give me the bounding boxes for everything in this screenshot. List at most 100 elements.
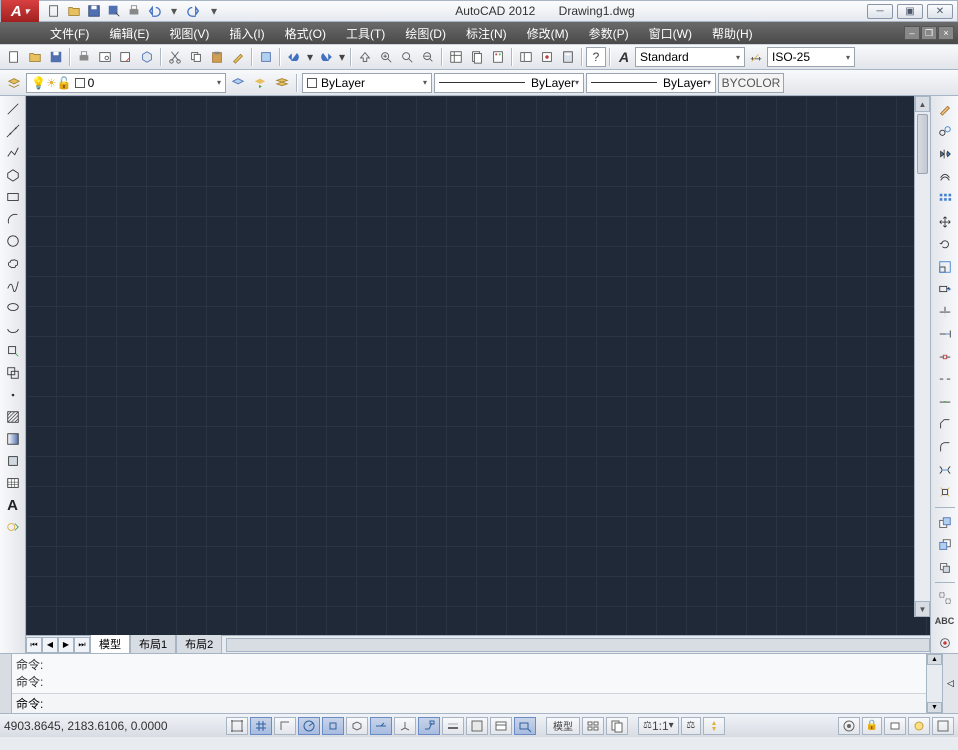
arc-icon[interactable] <box>3 209 23 229</box>
qat-redo-icon[interactable] <box>185 3 203 19</box>
tab-model[interactable]: 模型 <box>90 635 130 654</box>
stretch-icon[interactable] <box>935 279 955 299</box>
cmd-scroll-up-icon[interactable]: ▲ <box>927 654 942 665</box>
tab-prev-icon[interactable]: ◀ <box>42 637 58 653</box>
doc-minimize[interactable]: – <box>904 26 920 40</box>
textstyle-icon[interactable]: A <box>614 47 634 67</box>
join-icon[interactable] <box>935 392 955 412</box>
designcenter-icon[interactable] <box>516 47 536 67</box>
otrack-toggle-icon[interactable] <box>370 717 392 735</box>
menu-dimension[interactable]: 标注(N) <box>456 22 517 45</box>
offset-icon[interactable] <box>935 167 955 187</box>
qat-undo-icon[interactable] <box>145 3 163 19</box>
qat-new-icon[interactable] <box>45 3 63 19</box>
3ddwf-icon[interactable] <box>137 47 157 67</box>
doc-close[interactable]: × <box>938 26 954 40</box>
menu-draw[interactable]: 绘图(D) <box>395 22 456 45</box>
break-icon[interactable] <box>935 370 955 390</box>
osnap-toggle-icon[interactable] <box>322 717 344 735</box>
undo-dropdown[interactable]: ▾ <box>305 47 315 67</box>
action-recorder-icon[interactable] <box>935 634 955 654</box>
fillet-icon[interactable] <box>935 437 955 457</box>
linetype-dropdown[interactable]: ByLayer ▾ <box>434 73 584 93</box>
menu-help[interactable]: 帮助(H) <box>702 22 763 45</box>
blockeditor-icon[interactable] <box>256 47 276 67</box>
sheetset-icon[interactable] <box>467 47 487 67</box>
publish-icon[interactable] <box>116 47 136 67</box>
annoauto-icon[interactable] <box>703 717 725 735</box>
zoom-realtime-icon[interactable] <box>376 47 396 67</box>
qat-save-icon[interactable] <box>85 3 103 19</box>
quickcalc-icon[interactable] <box>558 47 578 67</box>
menu-parametric[interactable]: 参数(P) <box>579 22 639 45</box>
gradient-icon[interactable] <box>3 429 23 449</box>
dimstyle-dropdown[interactable]: ISO-25 ▾ <box>767 47 855 67</box>
tpy-toggle-icon[interactable] <box>466 717 488 735</box>
toolpalette-icon[interactable] <box>488 47 508 67</box>
table-icon[interactable] <box>3 473 23 493</box>
textstyle-dropdown[interactable]: Standard ▾ <box>635 47 745 67</box>
layer-prev-icon[interactable] <box>250 73 270 93</box>
layer-iso-icon[interactable] <box>228 73 248 93</box>
extend-icon[interactable] <box>935 324 955 344</box>
new-icon[interactable] <box>4 47 24 67</box>
cmd-scroll-down-icon[interactable]: ▼ <box>927 702 942 713</box>
model-viewport[interactable]: ▲ ▼ <box>26 96 930 635</box>
grid-toggle-icon[interactable] <box>250 717 272 735</box>
array-icon[interactable] <box>935 189 955 209</box>
tab-last-icon[interactable]: ⏭ <box>74 637 90 653</box>
qat-saveas-icon[interactable] <box>105 3 123 19</box>
blend-icon[interactable] <box>935 460 955 480</box>
help-icon[interactable]: ? <box>586 47 606 67</box>
make-block-icon[interactable] <box>3 363 23 383</box>
preview-icon[interactable] <box>95 47 115 67</box>
selectsimilar-icon[interactable] <box>935 588 955 608</box>
trim-icon[interactable] <box>935 302 955 322</box>
chamfer-icon[interactable] <box>935 415 955 435</box>
markup-icon[interactable] <box>537 47 557 67</box>
polyline-icon[interactable] <box>3 143 23 163</box>
mtext-icon[interactable]: A <box>3 495 23 515</box>
dyn-toggle-icon[interactable] <box>418 717 440 735</box>
copy-object-icon[interactable] <box>935 122 955 142</box>
addselected-icon[interactable] <box>3 517 23 537</box>
spline-icon[interactable] <box>3 275 23 295</box>
cut-icon[interactable] <box>165 47 185 67</box>
layer-state-icon[interactable] <box>272 73 292 93</box>
break-at-point-icon[interactable] <box>935 347 955 367</box>
pan-icon[interactable] <box>355 47 375 67</box>
hardware-accel-icon[interactable] <box>884 717 906 735</box>
dimstyle-icon[interactable] <box>746 47 766 67</box>
workspace-icon[interactable] <box>838 717 860 735</box>
rectangle-icon[interactable] <box>3 187 23 207</box>
menu-insert[interactable]: 插入(I) <box>219 22 274 45</box>
cleanscreen-icon[interactable] <box>932 717 954 735</box>
explode-icon[interactable] <box>935 482 955 502</box>
layer-manager-icon[interactable] <box>4 73 24 93</box>
annoscale-icon[interactable]: ⚖ 1:1 ▾ <box>638 717 679 735</box>
layer-dropdown[interactable]: 💡 ☀ 🔓 0 ▾ <box>26 73 226 93</box>
scroll-thumb[interactable] <box>917 114 928 174</box>
qat-open-icon[interactable] <box>65 3 83 19</box>
ellipse-arc-icon[interactable] <box>3 319 23 339</box>
menu-modify[interactable]: 修改(M) <box>517 22 579 45</box>
tab-first-icon[interactable]: ⏮ <box>26 637 42 653</box>
quickview-drawings-icon[interactable] <box>606 717 628 735</box>
matchprop-icon[interactable] <box>228 47 248 67</box>
app-logo[interactable]: A▾ <box>1 0 39 22</box>
menu-window[interactable]: 窗口(W) <box>639 22 702 45</box>
ellipse-icon[interactable] <box>3 297 23 317</box>
cmd-input[interactable] <box>47 697 926 711</box>
rotate-icon[interactable] <box>935 234 955 254</box>
insert-block-icon[interactable] <box>3 341 23 361</box>
menu-edit[interactable]: 编辑(E) <box>99 22 159 45</box>
ducs-toggle-icon[interactable] <box>394 717 416 735</box>
menu-file[interactable]: 文件(F) <box>40 22 99 45</box>
properties-icon[interactable] <box>446 47 466 67</box>
horizontal-scrollbar[interactable] <box>226 638 930 652</box>
qat-print-icon[interactable] <box>125 3 143 19</box>
revcloud-icon[interactable] <box>3 253 23 273</box>
paste-icon[interactable] <box>207 47 227 67</box>
undo-icon[interactable] <box>284 47 304 67</box>
snap-toggle-icon[interactable] <box>226 717 248 735</box>
